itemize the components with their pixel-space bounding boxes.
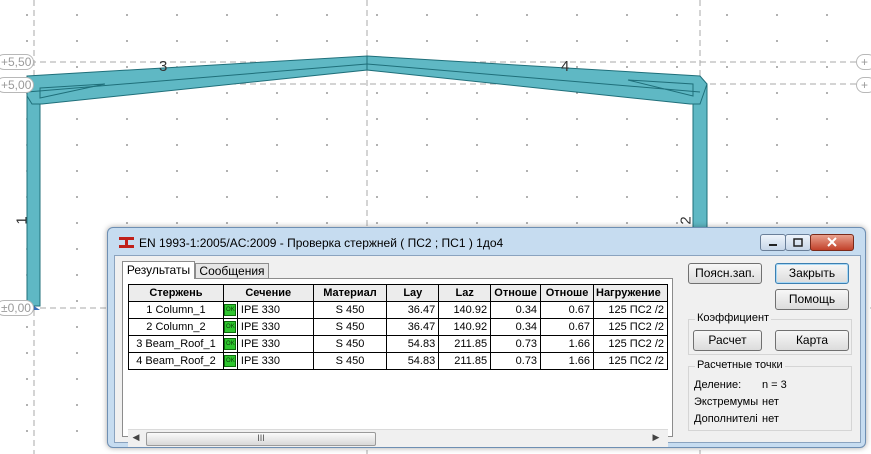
table-row[interactable]: 4 Beam_Roof_2 OK IPE 330 S 450 54.83 211… [128, 352, 668, 370]
table-row[interactable]: 3 Beam_Roof_1 OK IPE 330 S 450 54.83 211… [128, 335, 668, 353]
close-window-button[interactable] [810, 234, 854, 251]
table-row[interactable]: 1 Column_1 OK IPE 330 S 450 36.47 140.92… [128, 301, 668, 319]
horizontal-scrollbar[interactable]: ◀ III ▶ [128, 429, 668, 447]
dialog-titlebar[interactable]: EN 1993-1:2005/AC:2009 - Проверка стержн… [108, 228, 865, 255]
level-label-eave-right: + [856, 77, 871, 93]
additional-label: Дополнителі [694, 413, 758, 425]
member-check-dialog[interactable]: EN 1993-1:2005/AC:2009 - Проверка стержн… [107, 227, 866, 448]
cell-ratio-1: 0.34 [490, 301, 542, 319]
level-label-base: ±0,00 [0, 300, 34, 316]
help-button[interactable]: Помощь [775, 289, 849, 310]
steel-beam-icon [119, 237, 134, 248]
cell-material: S 450 [312, 318, 388, 336]
member-number-1: 1 [13, 216, 31, 225]
column-header-material[interactable]: Материал [312, 284, 388, 302]
tab-messages[interactable]: Сообщения [195, 263, 269, 279]
calc-points-title: Расчетные точки [695, 359, 785, 371]
minimize-icon [769, 244, 777, 246]
minimize-button[interactable] [760, 234, 786, 251]
cell-material: S 450 [312, 301, 388, 319]
cell-ratio-1: 0.73 [490, 352, 542, 370]
maximize-icon [793, 238, 803, 247]
cell-lay: 36.47 [386, 318, 440, 336]
cell-section: IPE 330 [236, 318, 314, 336]
dialog-client-area: Результаты Сообщения Стержень Сечение Ма… [114, 255, 861, 447]
level-label-roof-top-right: + [856, 54, 871, 70]
level-label-eave: +5,00 [0, 77, 35, 93]
close-dialog-button[interactable]: Закрыть [775, 263, 849, 284]
column-header-member[interactable]: Стержень [128, 284, 224, 302]
cell-laz: 211.85 [438, 352, 492, 370]
member-number-4: 4 [561, 58, 570, 75]
cell-member: 3 Beam_Roof_1 [128, 335, 224, 353]
cell-laz: 211.85 [438, 335, 492, 353]
scroll-thumb[interactable]: III [146, 432, 376, 446]
cell-ratio-1: 0.34 [490, 318, 542, 336]
close-icon [827, 237, 837, 247]
cell-load-case: 125 ПС2 /2 [593, 335, 668, 353]
dialog-title: EN 1993-1:2005/AC:2009 - Проверка стержн… [139, 236, 504, 250]
cell-section: IPE 330 [236, 335, 314, 353]
scroll-left-icon[interactable]: ◀ [130, 432, 142, 444]
results-table[interactable]: Стержень Сечение Материал Lay Laz Отноше… [128, 284, 668, 425]
scroll-right-icon[interactable]: ▶ [650, 432, 662, 444]
level-label-roof-top: +5,50 [0, 54, 35, 70]
cell-section: IPE 330 [236, 301, 314, 319]
cell-load-case: 125 ПС2 /2 [593, 352, 668, 370]
member-column-1[interactable] [26, 83, 41, 307]
cell-laz: 140.92 [438, 318, 492, 336]
column-header-section[interactable]: Сечение [222, 284, 314, 302]
cell-member: 4 Beam_Roof_2 [128, 352, 224, 370]
division-label: Деление: [694, 379, 742, 391]
column-header-ratio-1[interactable]: Отноше [490, 284, 542, 302]
cell-ratio-2: 1.66 [540, 352, 594, 370]
status-ok-icon: OK [222, 335, 238, 353]
column-header-ratio-2[interactable]: Отноше [540, 284, 594, 302]
cell-member: 2 Column_2 [128, 318, 224, 336]
column-header-lay[interactable]: Lay [386, 284, 440, 302]
member-number-2: 2 [677, 216, 695, 225]
explanatory-notes-button[interactable]: Поясн.зап. [688, 263, 762, 284]
cell-material: S 450 [312, 352, 388, 370]
status-ok-icon: OK [222, 318, 238, 336]
cell-ratio-2: 0.67 [540, 301, 594, 319]
status-ok-icon: OK [222, 301, 238, 319]
maximize-button[interactable] [785, 234, 811, 251]
map-button[interactable]: Карта [775, 330, 849, 351]
additional-value: нет [762, 413, 779, 425]
cell-ratio-1: 0.73 [490, 335, 542, 353]
cell-lay: 54.83 [386, 352, 440, 370]
member-number-3: 3 [159, 58, 168, 75]
tab-results[interactable]: Результаты [122, 261, 195, 279]
status-ok-icon: OK [222, 352, 238, 370]
cell-material: S 450 [312, 335, 388, 353]
cell-ratio-2: 1.66 [540, 335, 594, 353]
coefficient-group-title: Коэффициент [695, 312, 772, 324]
calculate-button[interactable]: Расчет [693, 330, 762, 351]
column-header-laz[interactable]: Laz [438, 284, 492, 302]
cell-ratio-2: 0.67 [540, 318, 594, 336]
cell-member: 1 Column_1 [128, 301, 224, 319]
table-header-row: Стержень Сечение Материал Lay Laz Отноше… [128, 284, 668, 302]
cell-lay: 54.83 [386, 335, 440, 353]
extremum-label: Экстремумы [694, 396, 758, 408]
column-header-load-case[interactable]: Нагружение [593, 284, 668, 302]
division-value: n = 3 [762, 379, 787, 391]
results-panel: Стержень Сечение Материал Lay Laz Отноше… [122, 278, 673, 447]
table-row[interactable]: 2 Column_2 OK IPE 330 S 450 36.47 140.92… [128, 318, 668, 336]
cell-section: IPE 330 [236, 352, 314, 370]
cell-lay: 36.47 [386, 301, 440, 319]
cell-load-case: 125 ПС2 /2 [593, 301, 668, 319]
cell-laz: 140.92 [438, 301, 492, 319]
extremum-value: нет [762, 396, 779, 408]
cell-load-case: 125 ПС2 /2 [593, 318, 668, 336]
